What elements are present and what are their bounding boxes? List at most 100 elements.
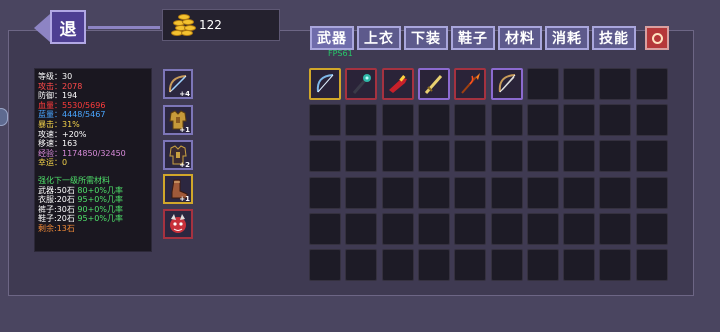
inventory-slot[interactable] [454, 213, 486, 245]
inventory-slot[interactable] [636, 140, 668, 172]
inventory-slot[interactable] [491, 213, 523, 245]
stat-level: 等级：30 [38, 72, 73, 81]
inventory-slot[interactable] [599, 177, 631, 209]
inventory-slot[interactable] [454, 68, 486, 100]
inventory-slot[interactable] [527, 140, 559, 172]
stat-exp: 经验：1174850/32450 [38, 148, 126, 158]
inventory-slot[interactable] [345, 140, 377, 172]
inventory-slot[interactable] [309, 104, 341, 136]
inventory-slot[interactable] [527, 177, 559, 209]
gold-sword-icon [424, 75, 443, 94]
inventory-slot[interactable] [309, 177, 341, 209]
inventory-slot[interactable] [563, 68, 595, 100]
close-button[interactable] [645, 26, 669, 50]
gold-coins-icon [169, 14, 197, 38]
inventory-slot[interactable] [563, 249, 595, 281]
inventory-slot[interactable] [599, 104, 631, 136]
inventory-slot[interactable] [636, 177, 668, 209]
equip-slot-weapon[interactable]: +4 [163, 69, 193, 99]
tab-top[interactable]: 上衣 [357, 26, 401, 50]
power-icon [651, 32, 663, 44]
dark-staff-icon [352, 74, 371, 94]
tab-shoes[interactable]: 鞋子 [451, 26, 495, 50]
inventory-slot[interactable] [382, 140, 414, 172]
back-button[interactable]: 退 [50, 10, 86, 44]
inventory-slot[interactable] [418, 249, 450, 281]
upgrade-remaining: 剩余:13石 [38, 223, 75, 233]
inventory-slot[interactable] [382, 177, 414, 209]
stat-attack-speed: 攻速：+20% [38, 129, 87, 139]
upgrade-title: 强化下一级所需材料 [38, 175, 110, 185]
inventory-slot[interactable] [418, 104, 450, 136]
inventory-slot[interactable] [636, 104, 668, 136]
inventory-slot[interactable] [454, 249, 486, 281]
side-drawer-handle[interactable] [0, 108, 8, 126]
header-divider [88, 26, 160, 29]
equip-level: +1 [179, 195, 190, 203]
inventory-slot[interactable] [309, 140, 341, 172]
equip-slot-pet[interactable] [163, 209, 193, 239]
inventory-slot[interactable] [491, 104, 523, 136]
inventory-slot[interactable] [345, 177, 377, 209]
stat-mp: 蓝量：4448/5467 [38, 110, 106, 120]
inventory-slot[interactable] [636, 68, 668, 100]
stat-crit: 暴击：31% [38, 119, 80, 129]
equip-slot-shoes[interactable]: +1 [163, 174, 193, 204]
inventory-slot[interactable] [527, 68, 559, 100]
inventory-slot[interactable] [527, 249, 559, 281]
tab-weapon[interactable]: 武器 [310, 26, 354, 50]
inventory-slot[interactable] [418, 68, 450, 100]
equip-level: +2 [179, 161, 190, 169]
inventory-slot[interactable] [309, 68, 341, 100]
inventory-slot[interactable] [345, 249, 377, 281]
inventory-slot[interactable] [418, 140, 450, 172]
inventory-slot[interactable] [563, 177, 595, 209]
inventory-slot[interactable] [599, 249, 631, 281]
demon-pet-icon [170, 214, 186, 233]
tab-consumables[interactable]: 消耗 [545, 26, 589, 50]
inventory-slot[interactable] [418, 213, 450, 245]
inventory-slot[interactable] [418, 177, 450, 209]
tab-skills[interactable]: 技能 [592, 26, 636, 50]
bow-icon [498, 74, 516, 93]
inventory-slot[interactable] [599, 213, 631, 245]
equip-slot-top[interactable]: +1 [163, 105, 193, 135]
inventory-slot[interactable] [382, 104, 414, 136]
inventory-slot[interactable] [491, 140, 523, 172]
inventory-slot[interactable] [527, 213, 559, 245]
inventory-slot[interactable] [563, 104, 595, 136]
inventory-slot[interactable] [636, 249, 668, 281]
inventory-slot[interactable] [382, 68, 414, 100]
stat-attack: 攻击：2078 [38, 81, 83, 91]
inventory-slot[interactable] [345, 68, 377, 100]
inventory-slot[interactable] [599, 140, 631, 172]
inventory-slot[interactable] [491, 249, 523, 281]
upgrade-line: 武器:50石 80+0%几率 [38, 185, 123, 195]
inventory-slot[interactable] [345, 104, 377, 136]
inventory-slot[interactable] [491, 68, 523, 100]
character-stats-panel: 等级：30 攻击：2078 防御：194 血量：5530/5696 蓝量：444… [34, 68, 152, 252]
upgrade-line: 裤子:30石 90+0%几率 [38, 204, 123, 214]
inventory-slot[interactable] [527, 104, 559, 136]
inventory-slot[interactable] [345, 213, 377, 245]
gold-amount: 122 [199, 18, 222, 32]
inventory-slot[interactable] [309, 249, 341, 281]
inventory-slot[interactable] [563, 213, 595, 245]
inventory-slot[interactable] [491, 177, 523, 209]
tab-materials[interactable]: 材料 [498, 26, 542, 50]
inventory-slot[interactable] [563, 140, 595, 172]
inventory-slot[interactable] [382, 213, 414, 245]
inventory-slot[interactable] [309, 213, 341, 245]
inventory-slot[interactable] [454, 104, 486, 136]
inventory-slot[interactable] [636, 213, 668, 245]
inventory-slot[interactable] [382, 249, 414, 281]
fps-counter: FPS61 [328, 49, 353, 58]
upgrade-line: 鞋子:20石 95+0%几率 [38, 214, 123, 224]
inventory-slot[interactable] [599, 68, 631, 100]
stat-defense: 防御：194 [38, 91, 78, 101]
inventory-slot[interactable] [454, 177, 486, 209]
stat-move-speed: 移速：163 [38, 139, 78, 149]
equip-slot-pants[interactable]: +2 [163, 140, 193, 170]
inventory-slot[interactable] [454, 140, 486, 172]
tab-pants[interactable]: 下装 [404, 26, 448, 50]
